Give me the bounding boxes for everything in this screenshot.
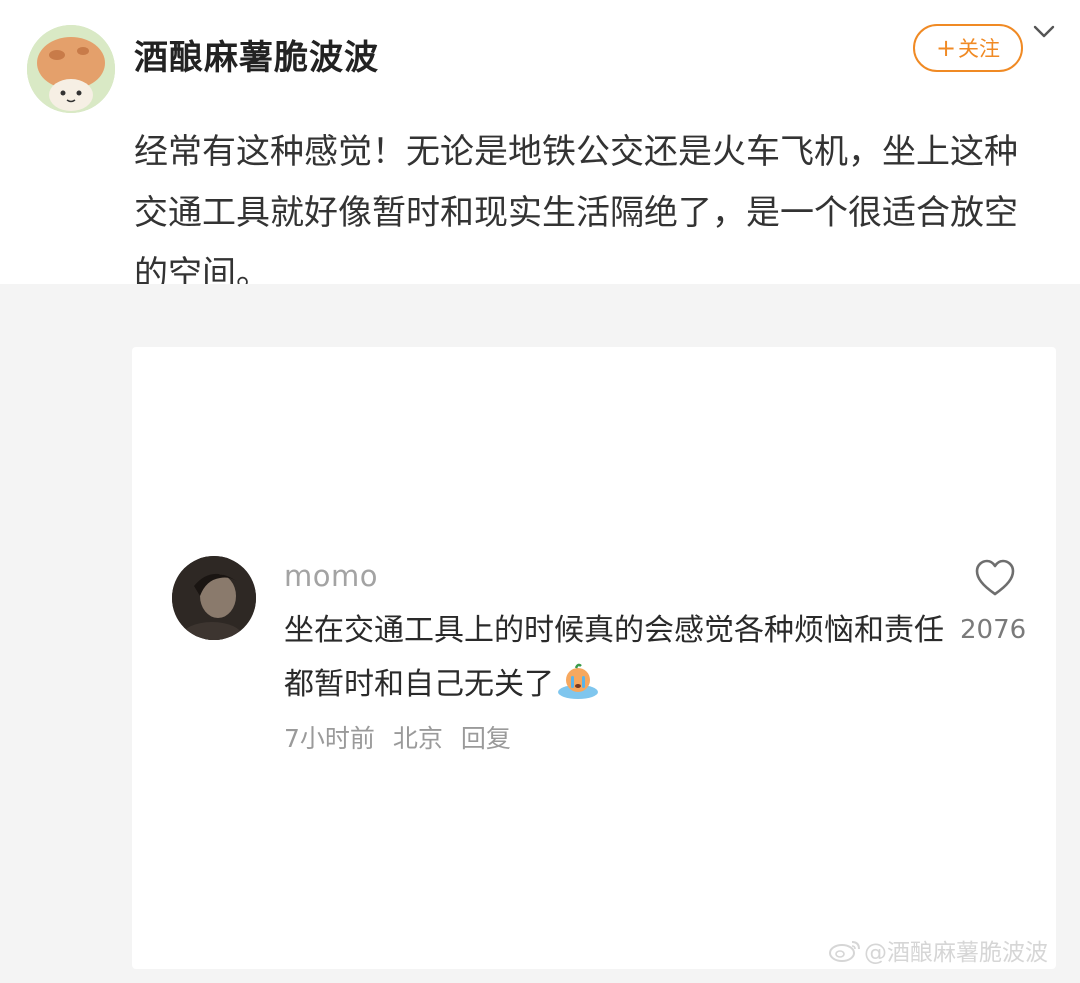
follow-button[interactable]: + 关注 xyxy=(913,24,1023,72)
post-text: 经常有这种感觉！无论是地铁公交还是火车飞机，坐上这种交通工具就好像暂时和现实生活… xyxy=(134,132,1018,294)
page: 酒酿麻薯脆波波 + 关注 经常有这种感觉！无论是地铁公交还是火车飞机，坐上这种交… xyxy=(0,0,1080,983)
comment-text: 坐在交通工具上的时候真的会感觉各种烦恼和责任都暂时和自己无关了 xyxy=(284,613,944,702)
comment-location: 北京 xyxy=(392,724,443,753)
comment-username: momo xyxy=(284,559,378,593)
watermark: @酒酿麻薯脆波波 xyxy=(828,933,1048,967)
reply-link: 回复 xyxy=(460,724,511,753)
follow-label: 关注 xyxy=(958,37,1001,61)
plus-icon: + xyxy=(935,34,957,62)
avatar[interactable] xyxy=(27,25,115,113)
embedded-comment-card: momo 坐在交通工具上的时候真的会感觉各种烦恼和责任都暂时和自己无关了 7小时… xyxy=(132,347,1056,969)
crying-emoji-icon xyxy=(558,663,598,699)
like-count: 2076 xyxy=(960,615,1027,645)
username[interactable]: 酒酿麻薯脆波波 xyxy=(134,30,379,79)
comment-avatar xyxy=(172,556,256,640)
comment-meta: 7小时前 北京 回复 xyxy=(284,719,521,755)
watermark-text: @酒酿麻薯脆波波 xyxy=(864,940,1048,966)
embedded-image-area[interactable]: momo 坐在交通工具上的时候真的会感觉各种烦恼和责任都暂时和自己无关了 7小时… xyxy=(0,284,1080,983)
weibo-logo-icon xyxy=(829,941,860,962)
heart-icon xyxy=(975,559,1015,596)
comment-time: 7小时前 xyxy=(284,724,375,753)
chevron-down-icon[interactable] xyxy=(1031,22,1057,42)
post-header: 酒酿麻薯脆波波 + 关注 xyxy=(0,0,1080,115)
comment-text-block: 坐在交通工具上的时候真的会感觉各种烦恼和责任都暂时和自己无关了 xyxy=(284,604,944,712)
